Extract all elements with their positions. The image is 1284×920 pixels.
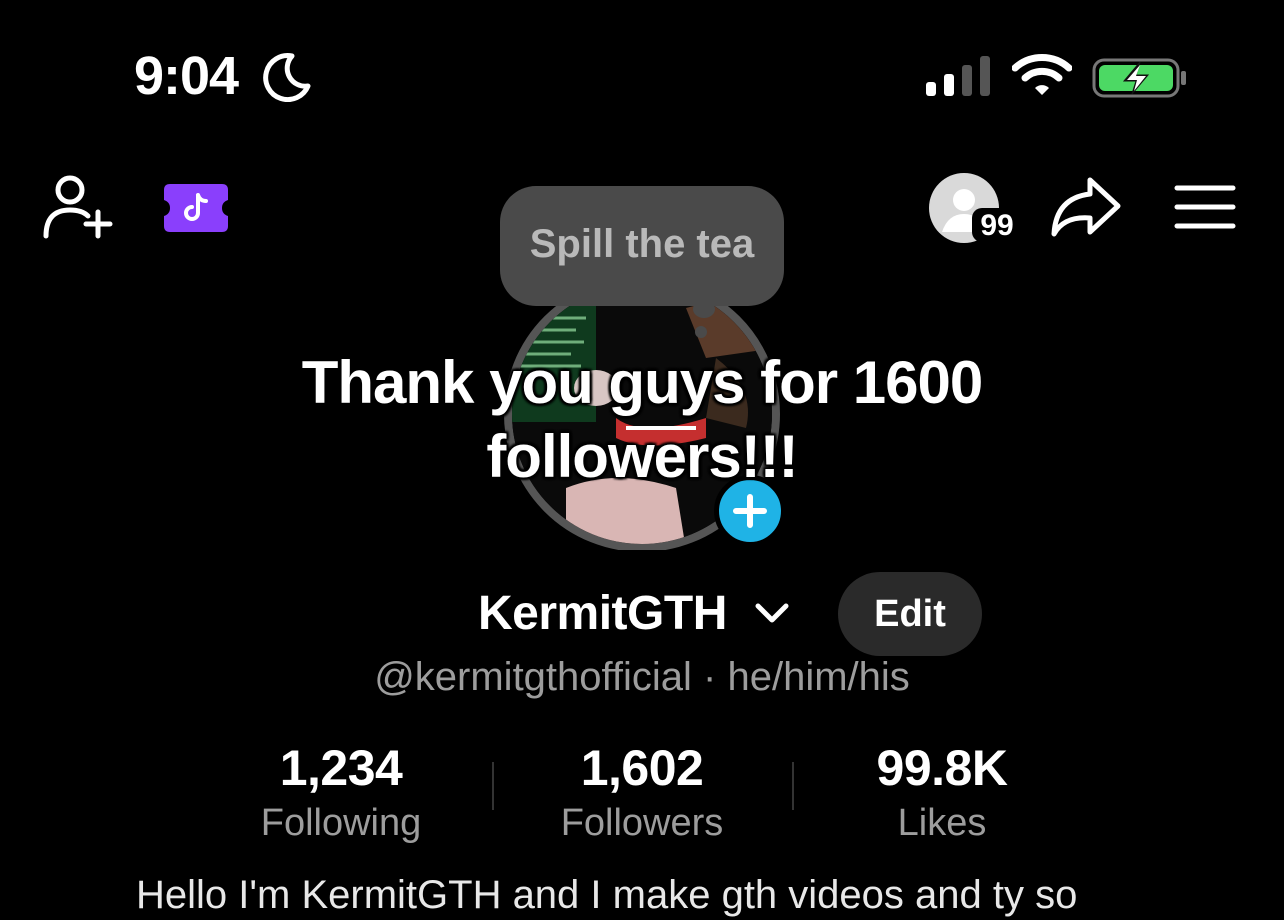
tiktok-ticket-icon[interactable] bbox=[162, 182, 230, 234]
chevron-down-icon[interactable] bbox=[754, 600, 790, 628]
stat-following[interactable]: 1,234 Following bbox=[191, 740, 491, 848]
stat-value: 1,234 bbox=[279, 740, 403, 796]
stat-followers[interactable]: 1,602 Followers bbox=[492, 740, 792, 848]
menu-icon[interactable] bbox=[1174, 184, 1236, 230]
profile-views-icon[interactable]: 99 bbox=[928, 172, 1024, 244]
stat-label: Followers bbox=[560, 802, 724, 844]
username-handle: @kermitgthofficial · he/him/his bbox=[374, 655, 910, 699]
cellular-signal-icon bbox=[926, 56, 990, 96]
edit-profile-button[interactable]: Edit bbox=[838, 572, 982, 656]
moon-icon bbox=[263, 53, 311, 102]
stat-likes[interactable]: 99.8K Likes bbox=[792, 740, 1092, 848]
note-tail bbox=[693, 300, 715, 318]
stat-value: 99.8K bbox=[876, 740, 1008, 796]
battery-charging-icon bbox=[1092, 58, 1186, 98]
note-text: Spill the tea bbox=[529, 221, 755, 266]
overlay-caption: Thank you guys for 1600 followers!!! bbox=[250, 346, 1034, 494]
display-name[interactable]: KermitGTH bbox=[478, 586, 727, 642]
note-tail-dot bbox=[695, 326, 707, 338]
status-time: 9:04 bbox=[134, 46, 239, 106]
add-friend-icon[interactable] bbox=[42, 174, 116, 240]
stat-label: Following bbox=[260, 802, 422, 844]
wifi-icon bbox=[1012, 54, 1072, 95]
bio-text: Hello I'm KermitGTH and I make gth video… bbox=[136, 873, 1078, 917]
overlay-caption-line-1: Thank you guys for 1600 bbox=[301, 349, 984, 416]
share-icon[interactable] bbox=[1050, 176, 1122, 238]
overlay-caption-line-2: followers!!! bbox=[486, 423, 798, 490]
plus-icon bbox=[733, 494, 767, 528]
note-bubble[interactable]: Spill the tea bbox=[500, 186, 784, 306]
profile-views-badge: 99 bbox=[980, 209, 1013, 242]
stat-value: 1,602 bbox=[580, 740, 704, 796]
stat-label: Likes bbox=[897, 802, 987, 844]
